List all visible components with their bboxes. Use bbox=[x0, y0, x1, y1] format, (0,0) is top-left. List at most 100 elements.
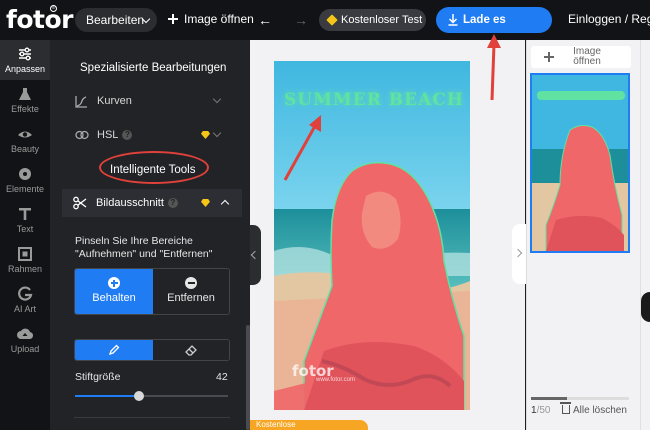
rail-label: Text bbox=[16, 224, 34, 234]
rail-item-elements[interactable]: Elemente bbox=[0, 166, 50, 202]
brush-size-slider[interactable] bbox=[75, 391, 228, 401]
rail-item-frame[interactable]: Rahmen bbox=[0, 246, 50, 282]
help-icon[interactable]: ? bbox=[167, 198, 178, 208]
delete-all-button[interactable]: Alle löschen bbox=[560, 402, 627, 416]
free-badge[interactable]: Kostenlose bbox=[250, 420, 368, 430]
thumbnail-scrollbar[interactable] bbox=[531, 397, 629, 400]
open-image-label: Image öffnen bbox=[184, 12, 254, 26]
help-icon[interactable]: ? bbox=[122, 130, 133, 140]
rail-item-adjust[interactable]: Anpassen bbox=[0, 40, 50, 80]
sliders-icon bbox=[19, 47, 31, 61]
pen-icon bbox=[108, 344, 120, 356]
upload-icon bbox=[17, 328, 33, 340]
rail-label: Elemente bbox=[5, 184, 45, 194]
keep-remove-toggle: Behalten Entfernen bbox=[74, 268, 230, 315]
edit-menu-button[interactable]: Bearbeiten bbox=[75, 8, 157, 32]
curve-icon bbox=[75, 96, 87, 108]
cutout-text: Bildausschnitt bbox=[96, 197, 164, 209]
minus-circle-icon bbox=[185, 277, 197, 289]
shapes-icon bbox=[19, 168, 31, 180]
premium-gem-icon bbox=[201, 131, 210, 139]
panel-title: Spezialisierte Bearbeitungen bbox=[80, 62, 227, 74]
brush-size-value: 42 bbox=[216, 371, 228, 383]
summer-beach-text[interactable]: SUMMER BEACH bbox=[284, 90, 464, 110]
delete-all-label: Alle löschen bbox=[573, 405, 627, 416]
collapse-panel-tab[interactable] bbox=[250, 225, 261, 285]
hint-line: "Aufnehmen" und "Entfernen" bbox=[75, 248, 213, 260]
open-image-button[interactable]: Image öffnen bbox=[168, 12, 254, 26]
keep-label: Behalten bbox=[92, 292, 136, 304]
top-bar: fotor ® Bearbeiten Image öffnen ← → Kost… bbox=[0, 0, 650, 52]
plus-icon bbox=[544, 52, 554, 62]
photo-canvas[interactable] bbox=[274, 61, 470, 410]
rail-label: AI Art bbox=[13, 304, 36, 314]
premium-gem-icon bbox=[201, 199, 210, 207]
keep-button[interactable]: Behalten bbox=[75, 269, 153, 314]
rail-label: Effekte bbox=[11, 104, 39, 114]
page-counter: 1/50 bbox=[531, 405, 550, 416]
remove-label: Entfernen bbox=[167, 292, 215, 304]
add-image-button[interactable]: Image öffnen bbox=[531, 46, 631, 68]
curves-label: Kurven bbox=[97, 95, 132, 107]
side-tab[interactable] bbox=[641, 292, 650, 322]
tool-rail: Anpassen Effekte Beauty Elemente Text Ra… bbox=[0, 40, 50, 430]
page-thumbnail[interactable] bbox=[530, 73, 630, 253]
hint-line: Pinseln Sie Ihre Bereiche bbox=[75, 235, 193, 247]
remove-button[interactable]: Entfernen bbox=[153, 269, 229, 314]
watermark-url: www.fotor.com bbox=[316, 377, 356, 383]
collapse-pages-tab[interactable] bbox=[512, 224, 526, 284]
thumbnail-scroll-thumb[interactable] bbox=[531, 397, 567, 400]
brush-hint: Pinseln Sie Ihre Bereiche "Aufnehmen" un… bbox=[75, 235, 245, 261]
slider-handle[interactable] bbox=[134, 391, 144, 401]
login-link[interactable]: Einloggen / Regi bbox=[568, 12, 650, 26]
scissors-icon bbox=[73, 196, 87, 210]
cutout-label: Bildausschnitt? bbox=[96, 197, 178, 209]
diamond-icon bbox=[326, 14, 338, 26]
flask-icon bbox=[19, 88, 31, 100]
app-root: fotor ® Bearbeiten Image öffnen ← → Kost… bbox=[0, 0, 650, 430]
fotor-logo[interactable]: fotor bbox=[6, 5, 74, 34]
cutout-row[interactable]: Bildausschnitt? bbox=[62, 189, 242, 217]
brush-tool-button[interactable] bbox=[75, 340, 153, 360]
rail-item-ai-art[interactable]: AI Art bbox=[0, 286, 50, 322]
annotation-ellipse bbox=[99, 151, 209, 184]
eraser-icon bbox=[185, 345, 197, 356]
rail-label: Beauty bbox=[10, 144, 40, 154]
trash-icon bbox=[560, 402, 571, 414]
hsl-label: HSL? bbox=[97, 129, 133, 141]
slider-fill bbox=[75, 395, 139, 397]
right-edge bbox=[640, 40, 650, 430]
page-total: 50 bbox=[539, 405, 551, 416]
thumbnail-image bbox=[532, 75, 628, 251]
beach-photo bbox=[274, 61, 470, 410]
download-icon bbox=[448, 14, 458, 26]
rail-label: Rahmen bbox=[7, 264, 43, 274]
redo-arrow-icon[interactable]: → bbox=[294, 12, 308, 28]
rail-label: Upload bbox=[10, 344, 40, 354]
edit-menu-label: Bearbeiten bbox=[86, 13, 145, 27]
brush-eraser-toggle bbox=[74, 339, 230, 361]
chevron-down-icon bbox=[212, 128, 222, 138]
hsl-row[interactable]: HSL? bbox=[50, 121, 242, 149]
download-button[interactable]: Lade es herunter bbox=[436, 7, 552, 52]
free-trial-label: Kostenloser Test bbox=[341, 14, 423, 26]
brush-size-label: Stiftgröße bbox=[75, 371, 121, 383]
divider bbox=[74, 417, 230, 418]
rail-label: Anpassen bbox=[4, 64, 46, 74]
chevron-down-icon bbox=[212, 94, 222, 104]
rail-item-effects[interactable]: Effekte bbox=[0, 86, 50, 122]
hsl-icon bbox=[75, 130, 89, 140]
hsl-text: HSL bbox=[97, 129, 119, 141]
undo-arrow-icon[interactable]: ← bbox=[258, 12, 272, 28]
chevron-up-icon bbox=[220, 199, 230, 209]
rail-item-beauty[interactable]: Beauty bbox=[0, 126, 50, 162]
plus-circle-icon bbox=[108, 277, 120, 289]
curves-row[interactable]: Kurven bbox=[50, 87, 242, 115]
registered-mark: ® bbox=[50, 5, 57, 12]
free-trial-button[interactable]: Kostenloser Test bbox=[319, 9, 426, 31]
plus-icon bbox=[168, 14, 178, 24]
eraser-tool-button[interactable] bbox=[153, 340, 229, 360]
ai-art-icon bbox=[18, 286, 33, 301]
rail-item-upload[interactable]: Upload bbox=[0, 326, 50, 362]
rail-item-text[interactable]: Text bbox=[0, 206, 50, 242]
